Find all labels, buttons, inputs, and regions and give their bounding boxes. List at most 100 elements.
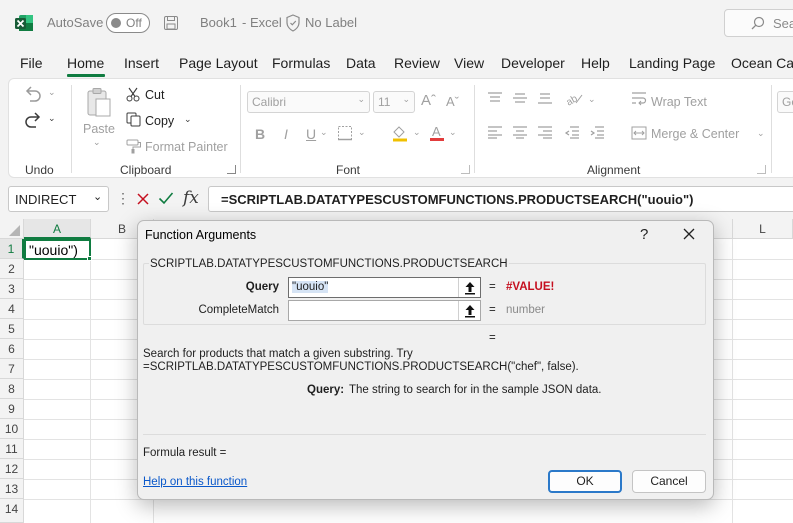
align-middle-icon[interactable] [512,91,528,105]
align-bottom-icon[interactable] [537,91,553,105]
italic-button[interactable]: I [284,126,288,142]
sensitivity-label[interactable]: No Label [305,15,357,30]
font-name-combo[interactable]: Calibri ⌄ [247,91,370,113]
format-painter-icon [126,139,142,154]
font-size-combo[interactable]: 11 ⌄ [373,91,415,113]
grow-font-icon[interactable]: Aˆ [421,92,436,109]
wrap-text-button[interactable]: Wrap Text [651,95,707,109]
row-header-4[interactable]: 4 [0,299,24,319]
paste-label[interactable]: Paste [83,122,115,136]
row-header-13[interactable]: 13 [0,479,24,499]
name-box[interactable]: INDIRECT ⌄ [8,186,109,212]
fill-handle[interactable] [87,256,92,261]
tab-review[interactable]: Review [394,55,440,71]
cancel-button[interactable]: Cancel [632,470,706,493]
alignment-launcher-icon[interactable] [757,165,766,174]
merge-center-dropdown-icon[interactable]: ⌄ [757,128,765,139]
paste-icon[interactable] [85,87,113,119]
autosave-toggle[interactable]: Off [106,13,150,33]
insert-function-icon[interactable]: fx [183,188,199,208]
font-color-dropdown-icon[interactable]: ⌄ [449,127,457,138]
row-header-6[interactable]: 6 [0,339,24,359]
search-icon [751,16,765,30]
decrease-indent-icon[interactable] [564,125,580,139]
collapse-dialog-icon[interactable] [458,278,480,297]
row-header-12[interactable]: 12 [0,459,24,479]
name-box-dropdown-icon[interactable]: ⌄ [93,190,102,203]
select-all-corner[interactable] [0,219,24,239]
underline-button[interactable]: U [306,126,316,142]
cut-button[interactable]: Cut [145,88,164,102]
row-header-9[interactable]: 9 [0,399,24,419]
clipboard-launcher-icon[interactable] [227,165,236,174]
tab-file[interactable]: File [20,55,43,71]
font-color-icon[interactable]: A [429,123,445,142]
copy-button[interactable]: Copy [145,114,174,128]
tab-view[interactable]: View [454,55,484,71]
enter-checkmark-icon[interactable] [158,191,174,205]
tab-landing-page[interactable]: Landing Page [629,55,715,71]
search-box[interactable]: Sea [724,9,793,37]
row-header-7[interactable]: 7 [0,359,24,379]
formula-result-label: Formula result = [143,447,227,459]
column-header-a[interactable]: A [24,219,91,239]
help-on-function-link[interactable]: Help on this function [143,476,247,488]
tab-ocean-cam[interactable]: Ocean Cam [731,55,793,71]
row-header-5[interactable]: 5 [0,319,24,339]
align-right-icon[interactable] [537,125,553,139]
tab-insert[interactable]: Insert [124,55,159,71]
row-header-10[interactable]: 10 [0,419,24,439]
help-icon[interactable]: ? [640,226,648,243]
format-painter-button[interactable]: Format Painter [145,140,228,154]
paste-dropdown-icon[interactable]: ⌄ [93,137,101,148]
borders-dropdown-icon[interactable]: ⌄ [358,127,366,138]
font-group-label: Font [336,163,361,177]
tab-home[interactable]: Home [67,55,104,71]
tab-page-layout[interactable]: Page Layout [179,55,258,71]
query-input[interactable]: "uouio" [288,277,481,298]
row-header-1[interactable]: 1 [0,239,24,259]
redo-dropdown-icon[interactable]: ⌄ [48,113,56,124]
tab-data[interactable]: Data [346,55,376,71]
tab-help[interactable]: Help [581,55,610,71]
row-header-2[interactable]: 2 [0,259,24,279]
save-icon[interactable] [163,15,179,31]
undo-icon[interactable] [23,85,43,103]
borders-icon[interactable] [337,125,353,141]
increase-indent-icon[interactable] [589,125,605,139]
column-header-l[interactable]: L [733,219,793,239]
formula-input[interactable]: =SCRIPTLAB.DATATYPESCUSTOMFUNCTIONS.PROD… [208,186,793,212]
number-format-combo[interactable]: Ge [777,91,793,113]
cancel-entry-icon[interactable] [136,192,150,206]
orientation-dropdown-icon[interactable]: ⌄ [588,94,596,105]
ok-button[interactable]: OK [548,470,622,493]
more-options-icon[interactable]: ⋮ [116,190,130,207]
close-icon[interactable] [683,228,695,240]
tab-formulas[interactable]: Formulas [272,55,330,71]
row-header-11[interactable]: 11 [0,439,24,459]
book-title[interactable]: Book1 [200,15,237,30]
bold-button[interactable]: B [255,126,265,142]
undo-dropdown-icon[interactable]: ⌄ [48,87,56,98]
align-top-icon[interactable] [487,91,503,105]
collapse-dialog-icon[interactable] [458,301,480,320]
align-center-icon[interactable] [512,125,528,139]
cell-a1[interactable]: "uouio") [24,239,91,260]
copy-dropdown-icon[interactable]: ⌄ [184,114,192,125]
merge-center-button[interactable]: Merge & Center [651,127,739,141]
autosave-label: AutoSave [47,15,104,30]
completematch-input[interactable] [288,300,481,321]
shrink-font-icon[interactable]: Aˇ [446,94,459,109]
underline-dropdown-icon[interactable]: ⌄ [320,127,328,138]
fill-color-dropdown-icon[interactable]: ⌄ [413,127,421,138]
row-header-14[interactable]: 14 [0,499,24,523]
fill-color-icon[interactable] [391,124,409,142]
redo-icon[interactable] [23,111,43,129]
undo-group-label: Undo [25,163,54,177]
align-left-icon[interactable] [487,125,503,139]
row-header-3[interactable]: 3 [0,279,24,299]
row-header-8[interactable]: 8 [0,379,24,399]
orientation-icon[interactable]: ab [564,90,584,106]
font-launcher-icon[interactable] [461,165,470,174]
tab-developer[interactable]: Developer [501,55,565,71]
